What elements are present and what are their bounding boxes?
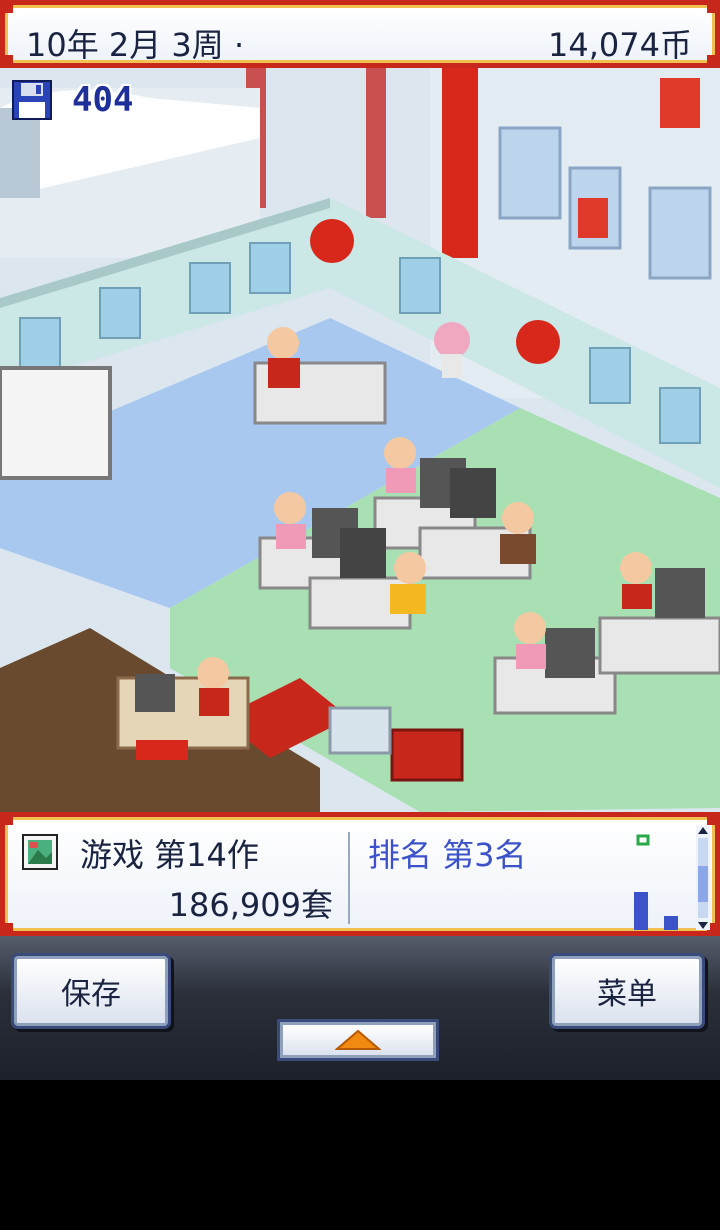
- corner-ornament: [5, 5, 13, 13]
- new-year-banner: [442, 68, 478, 258]
- status-bar: 10年 2月 3周 · 14,074币: [0, 0, 720, 68]
- office-scene[interactable]: [0, 68, 720, 812]
- game-info-inner: 游戏 第14作 186,909套 排名 第3名: [5, 817, 715, 931]
- ranking-text: 排名 第3名: [368, 836, 527, 874]
- game-cartridge-icon: [22, 834, 58, 870]
- status-bar-panel: 10年 2月 3周 · 14,074币: [5, 5, 715, 64]
- expand-panel-button[interactable]: [280, 1022, 436, 1058]
- office-illustration: [0, 68, 720, 812]
- bottom-controls: 保存 菜单: [0, 936, 720, 1080]
- sales-mini-chart: [634, 834, 678, 930]
- corner-ornament: [5, 55, 13, 63]
- chart-bar: [664, 916, 678, 930]
- chart-marker: [636, 834, 650, 846]
- gift-boxes: [390, 728, 464, 782]
- game-title: 游戏 第14作: [80, 836, 259, 874]
- panel-divider: [348, 832, 350, 924]
- corner-ornament: [707, 5, 715, 13]
- up-arrow-icon: [335, 1029, 381, 1050]
- lantern: [310, 219, 354, 263]
- menu-button[interactable]: 菜单: [552, 956, 702, 1026]
- chart-bar: [634, 892, 648, 930]
- corner-ornament: [707, 817, 715, 825]
- save-button[interactable]: 保存: [14, 956, 168, 1026]
- corner-ornament: [5, 817, 13, 825]
- date-display: 10年 2月 3周 ·: [26, 26, 245, 64]
- info-scrollbar[interactable]: [696, 826, 710, 930]
- corner-ornament: [5, 923, 13, 931]
- money-display: 14,074币: [548, 26, 692, 64]
- lantern: [516, 320, 560, 364]
- game-sales: 186,909套: [168, 886, 333, 924]
- save-counter: 404: [12, 78, 133, 122]
- corner-ornament: [707, 55, 715, 63]
- save-counter-value: 404: [72, 80, 134, 120]
- game-info-panel[interactable]: 游戏 第14作 186,909套 排名 第3名: [0, 812, 720, 936]
- whiteboard: [0, 366, 112, 480]
- floppy-disk-icon: [12, 80, 52, 120]
